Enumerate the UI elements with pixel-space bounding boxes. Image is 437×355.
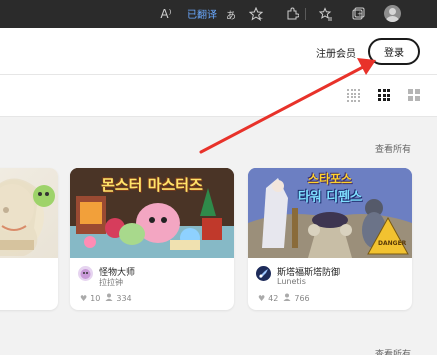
game-thumbnail-title: 몬스터 마스터즈 (101, 176, 203, 194)
large-grid-view-icon[interactable] (408, 89, 420, 101)
game-thumbnail-title-line1: 스타포스 (307, 172, 353, 186)
play-count: 334 (116, 293, 132, 303)
game-stats: ♥ 42 766 (258, 293, 310, 303)
game-card[interactable]: 스타포스 타워 디펜스 DANGER 斯塔福斯塔防御 Lunetis ♥ 42 … (248, 168, 412, 310)
heart-icon: ♥ (258, 293, 266, 303)
game-info: 怪物大师 拉拉钟 ♥ 10 334 (70, 258, 234, 310)
game-stats: ♥ 10 334 (80, 293, 132, 303)
translate-status[interactable]: 已翻译 (187, 6, 217, 21)
read-aloud-icon[interactable]: A⁾ (158, 5, 174, 23)
register-link[interactable]: 注册会员 (316, 45, 356, 60)
login-button[interactable]: 登录 (368, 38, 420, 65)
toolbar-separator (305, 8, 306, 20)
screenshot-root: A⁾ 已翻译 あ + + 注册会员 登录 查看所有 몬스터 마스터즈 怪物大师 … (0, 0, 437, 355)
creator-avatar (78, 266, 93, 281)
player-icon (105, 293, 113, 303)
game-author[interactable]: Lunetis (277, 277, 306, 286)
see-all-link[interactable]: 查看所有 (375, 142, 411, 155)
like-count: 10 (90, 293, 101, 303)
translate-glyph: あ (226, 10, 236, 22)
heart-icon: ♥ (80, 293, 88, 303)
game-thumbnail: 몬스터 마스터즈 (70, 168, 234, 258)
medium-grid-view-icon[interactable] (378, 89, 390, 101)
game-list-content: 查看所有 몬스터 마스터즈 怪物大师 拉拉钟 ♥ 10 334 스타포스 타워 … (0, 118, 437, 355)
svg-text:+: + (357, 10, 363, 18)
site-header: 注册会员 登录 (0, 28, 437, 75)
profile-avatar-icon[interactable] (384, 5, 401, 22)
danger-sign: DANGER (378, 240, 407, 247)
game-thumbnail (0, 168, 58, 258)
game-author[interactable]: 拉拉钟 (99, 277, 123, 288)
game-info (0, 258, 58, 310)
browser-toolbar: A⁾ 已翻译 あ + + (0, 0, 437, 28)
player-icon (283, 293, 291, 303)
see-all-link[interactable]: 查看所有 (375, 347, 411, 355)
favorites-icon[interactable] (318, 5, 334, 23)
play-count: 766 (294, 293, 310, 303)
translate-icon[interactable]: あ (224, 5, 238, 23)
read-aloud-glyph: A⁾ (160, 7, 172, 21)
extensions-icon[interactable] (284, 5, 300, 23)
game-card[interactable] (0, 168, 58, 310)
svg-text:+: + (258, 16, 263, 21)
game-card[interactable]: 몬스터 마스터즈 怪物大师 拉拉钟 ♥ 10 334 (70, 168, 234, 310)
game-info: 斯塔福斯塔防御 Lunetis ♥ 42 766 (248, 258, 412, 310)
small-grid-view-icon[interactable] (347, 89, 360, 102)
creator-avatar (256, 266, 271, 281)
like-count: 42 (268, 293, 279, 303)
collections-icon[interactable]: + (350, 5, 366, 23)
game-thumbnail-title-line2: 타워 디펜스 (297, 190, 363, 205)
favorite-add-icon[interactable]: + (248, 5, 264, 23)
game-thumbnail: 스타포스 타워 디펜스 DANGER (248, 168, 412, 258)
view-toggle-bar (0, 75, 437, 117)
